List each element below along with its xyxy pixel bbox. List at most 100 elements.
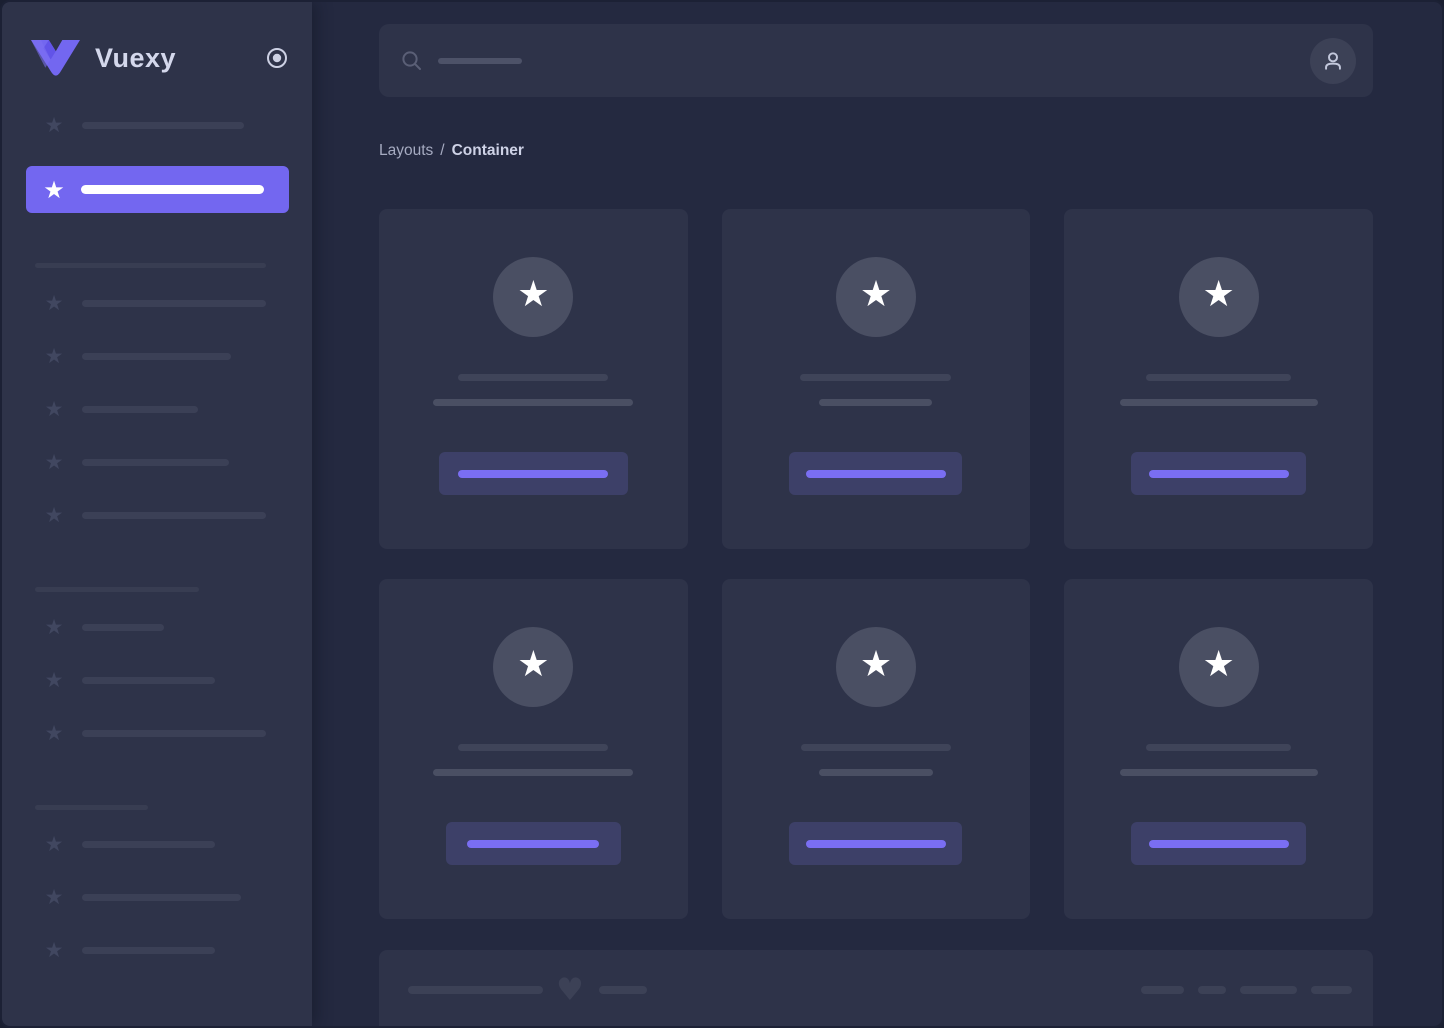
button-label-skeleton xyxy=(458,469,609,478)
sidebar-item-label-skeleton xyxy=(82,299,266,307)
button-label-skeleton xyxy=(467,839,600,848)
search-input[interactable] xyxy=(379,24,1373,97)
button-label-skeleton xyxy=(1148,469,1289,478)
star-icon: ★ xyxy=(44,885,64,909)
star-icon: ★ xyxy=(859,274,893,315)
sidebar-item[interactable]: ★ xyxy=(26,938,289,962)
sidebar-item[interactable]: ★ xyxy=(26,832,289,856)
star-icon: ★ xyxy=(44,291,64,315)
sidebar-item-label-skeleton xyxy=(82,893,241,901)
skeleton-card: ★ xyxy=(1064,579,1373,919)
star-icon: ★ xyxy=(44,113,64,137)
star-icon: ★ xyxy=(44,450,64,474)
sidebar-item-label-skeleton xyxy=(82,511,266,519)
footer-text-skeleton xyxy=(598,986,647,994)
star-icon: ★ xyxy=(44,344,64,368)
sidebar-item-label-skeleton xyxy=(82,623,164,631)
footer-link-skeleton xyxy=(1240,986,1297,994)
footer-text-skeleton xyxy=(408,986,543,994)
button-label-skeleton xyxy=(1148,839,1289,848)
app-window: Vuexy ★ ★ ★ ★ ★ ★ ★ ★ ★ ★ ★ ★ ★ Layouts … xyxy=(0,0,1444,1028)
star-icon: ★ xyxy=(44,721,64,745)
card-action-button[interactable] xyxy=(1131,822,1307,865)
star-icon: ★ xyxy=(44,503,64,527)
card-text-skeleton xyxy=(1146,744,1292,751)
star-icon: ★ xyxy=(1202,274,1235,315)
sidebar-item[interactable]: ★ xyxy=(26,721,289,745)
card-action-button[interactable] xyxy=(789,822,963,865)
sidebar-item-label-skeleton xyxy=(82,676,215,684)
sidebar-item[interactable]: ★ xyxy=(26,450,289,474)
sidebar-item[interactable]: ★ xyxy=(26,503,289,527)
star-icon: ★ xyxy=(44,615,64,639)
card-text-skeleton xyxy=(458,744,609,751)
footer-link-skeleton xyxy=(1141,986,1184,994)
button-label-skeleton xyxy=(805,469,946,478)
magnifier-icon xyxy=(402,50,421,70)
card-action-button[interactable] xyxy=(1131,452,1307,495)
sidebar-item-label-skeleton xyxy=(82,405,198,413)
skeleton-card: ★ xyxy=(379,209,688,549)
card-text-skeleton xyxy=(819,399,933,406)
sidebar-item[interactable]: ★ xyxy=(26,397,289,421)
sidebar-item-label-skeleton xyxy=(82,729,266,737)
card-text-skeleton xyxy=(433,399,634,406)
sidebar-item-label-skeleton xyxy=(82,946,215,954)
card-action-button[interactable] xyxy=(789,452,963,495)
sidebar-item-label-skeleton xyxy=(82,121,244,129)
sidebar-item-label-skeleton xyxy=(82,352,231,360)
sidebar-section-header-skeleton xyxy=(35,805,148,810)
star-icon: ★ xyxy=(517,274,550,315)
breadcrumb-link-layouts[interactable]: Layouts xyxy=(379,141,433,160)
person-icon xyxy=(1325,51,1341,70)
sidebar-item[interactable]: ★ xyxy=(26,291,289,315)
card-action-button[interactable] xyxy=(445,822,621,865)
footer-links-group xyxy=(1141,986,1352,994)
skeleton-card: ★ xyxy=(379,579,688,919)
card-text-skeleton xyxy=(433,769,634,776)
skeleton-card: ★ xyxy=(721,579,1031,919)
card-text-skeleton xyxy=(800,744,951,751)
breadcrumb-separator: / xyxy=(440,142,445,159)
skeleton-card: ★ xyxy=(1064,209,1373,549)
sidebar-item-active[interactable]: ★ xyxy=(26,166,289,213)
sidebar-pin-toggle[interactable] xyxy=(264,45,290,71)
card-text-skeleton xyxy=(1119,399,1318,406)
heart-icon[interactable]: ♥ xyxy=(556,975,584,1006)
sidebar-item[interactable]: ★ xyxy=(26,615,289,639)
card-text-skeleton xyxy=(1119,769,1318,776)
card-avatar: ★ xyxy=(835,257,916,337)
brand-name: Vuexy xyxy=(95,42,177,73)
sidebar-item[interactable]: ★ xyxy=(26,668,289,692)
card-text-skeleton xyxy=(1146,374,1292,381)
sidebar-item[interactable]: ★ xyxy=(26,885,289,909)
skeleton-card: ★ xyxy=(721,209,1031,549)
card-grid: ★ ★ ★ ★ ★ ★ xyxy=(379,209,1373,919)
footer-link-skeleton xyxy=(1198,986,1226,994)
card-avatar: ★ xyxy=(835,627,916,707)
button-label-skeleton xyxy=(805,839,946,848)
card-text-skeleton xyxy=(458,374,609,381)
user-avatar-button[interactable] xyxy=(1310,37,1356,84)
sidebar-item[interactable]: ★ xyxy=(26,113,289,137)
sidebar: Vuexy ★ ★ ★ ★ ★ ★ ★ ★ ★ ★ ★ ★ ★ xyxy=(2,2,312,1026)
card-avatar: ★ xyxy=(493,257,574,337)
star-icon: ★ xyxy=(44,938,64,962)
star-icon: ★ xyxy=(44,832,64,856)
card-action-button[interactable] xyxy=(438,452,628,495)
sidebar-section-header-skeleton xyxy=(35,587,199,592)
sidebar-item[interactable]: ★ xyxy=(26,344,289,368)
search-placeholder-skeleton xyxy=(438,57,522,64)
star-icon: ★ xyxy=(1202,644,1235,685)
sidebar-item-label-skeleton xyxy=(82,458,229,466)
sidebar-item-label-skeleton xyxy=(82,840,215,848)
sidebar-section-header-skeleton xyxy=(35,263,266,268)
vuexy-logo-icon[interactable] xyxy=(30,38,82,78)
breadcrumb: Layouts / Container xyxy=(379,141,1373,160)
card-text-skeleton xyxy=(818,769,933,776)
footer-row: ♥ xyxy=(408,975,1352,1006)
star-icon: ★ xyxy=(44,397,64,421)
card-avatar: ★ xyxy=(1178,627,1259,707)
sidebar-item-label-skeleton xyxy=(81,185,264,194)
card-avatar: ★ xyxy=(1178,257,1259,337)
